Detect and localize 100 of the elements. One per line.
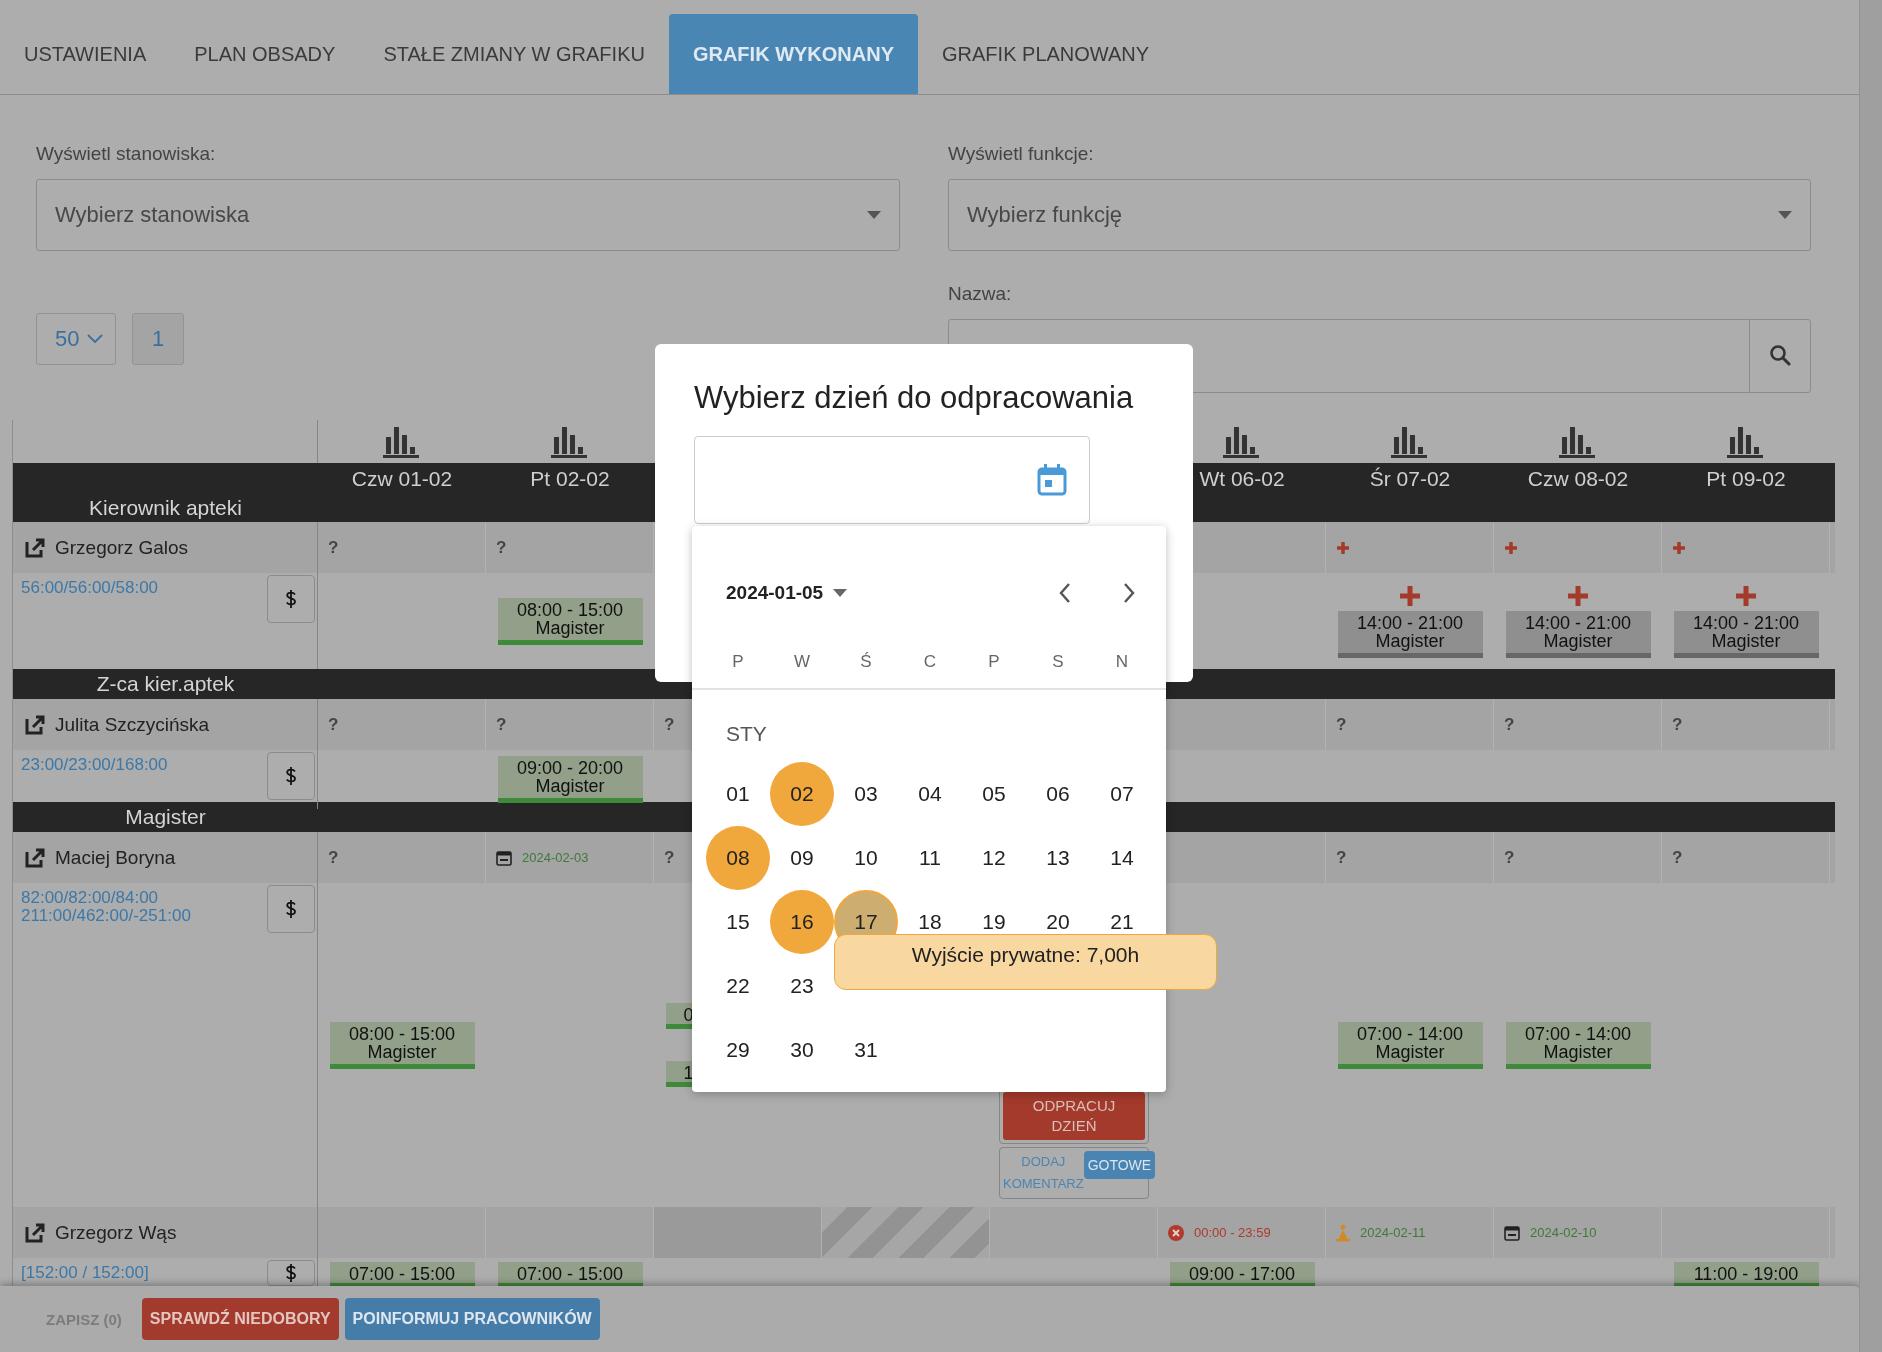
- shift-card[interactable]: 07:00 - 15:00: [329, 1262, 475, 1288]
- search-button[interactable]: [1749, 319, 1811, 393]
- calendar-icon: [496, 849, 512, 866]
- unknown-mark: ?: [1336, 714, 1347, 735]
- plus-icon[interactable]: [1504, 540, 1518, 555]
- date-text: 2024-02-10: [1530, 1225, 1597, 1240]
- weekday-label: W: [792, 652, 811, 672]
- calendar-icon: [1504, 1224, 1520, 1241]
- bar-chart-icon[interactable]: [1391, 427, 1429, 459]
- unknown-mark: ?: [1504, 714, 1515, 735]
- unknown-mark: ?: [664, 714, 675, 735]
- tab[interactable]: PLAN OBSADY: [170, 14, 360, 94]
- calendar-icon[interactable]: [1037, 464, 1067, 496]
- calendar-day[interactable]: 08: [706, 826, 770, 890]
- dollar-icon: [285, 1263, 297, 1283]
- shift-card[interactable]: 09:00 - 17:00: [1169, 1262, 1315, 1288]
- chevron-left-icon[interactable]: [1058, 582, 1072, 604]
- external-link-icon[interactable]: [25, 714, 45, 735]
- unknown-mark: ?: [1504, 847, 1515, 868]
- shift-card[interactable]: 07:00 - 14:00 Magister: [1337, 1021, 1483, 1069]
- date-field[interactable]: [694, 436, 1090, 524]
- plus-icon[interactable]: [1399, 584, 1421, 607]
- calendar-day[interactable]: 10: [834, 826, 898, 890]
- shift-card[interactable]: 07:00 - 15:00: [497, 1262, 643, 1288]
- chevron-right-icon[interactable]: [1122, 582, 1136, 604]
- external-link-icon[interactable]: [25, 537, 45, 558]
- dollar-icon: [285, 589, 297, 609]
- date-text: 2024-02-11: [1360, 1225, 1426, 1240]
- bar-chart-icon[interactable]: [1727, 427, 1765, 459]
- salary-button[interactable]: [267, 575, 315, 623]
- check-shortages-button[interactable]: SPRAWDŹ NIEDOBORY: [141, 1298, 339, 1340]
- bar-chart-icon[interactable]: [1559, 427, 1597, 459]
- unknown-mark: ?: [328, 537, 339, 558]
- external-link-icon[interactable]: [25, 1222, 45, 1243]
- shift-card[interactable]: 11:00 - 19:00: [1673, 1262, 1819, 1288]
- plus-icon[interactable]: [1567, 584, 1589, 607]
- calendar-day[interactable]: 16: [770, 890, 834, 954]
- unknown-mark: ?: [1672, 714, 1683, 735]
- calendar-day[interactable]: 31: [834, 1018, 898, 1082]
- calendar-day[interactable]: 03: [834, 762, 898, 826]
- salary-button[interactable]: [267, 752, 315, 800]
- calendar-day[interactable]: 14: [1090, 826, 1154, 890]
- unknown-mark: ?: [328, 714, 339, 735]
- plus-icon[interactable]: [1735, 584, 1757, 607]
- month-select[interactable]: 2024-01-05: [726, 582, 848, 604]
- shift-card[interactable]: 14:00 - 21:00 Magister: [1673, 610, 1819, 658]
- employee-name[interactable]: Julita Szczycińska: [55, 713, 210, 736]
- caret-icon: [1778, 211, 1792, 219]
- unknown-mark: ?: [328, 847, 339, 868]
- calendar-day[interactable]: 22: [706, 954, 770, 1018]
- employee-name[interactable]: Grzegorz Wąs: [55, 1221, 177, 1244]
- caret-icon: [833, 589, 848, 597]
- work-off-button[interactable]: ODPRACUJ DZIEŃ: [1003, 1092, 1145, 1140]
- unknown-mark: ?: [496, 537, 507, 558]
- weekday-label: P: [731, 652, 745, 672]
- day-header: Pt 09-02: [1706, 467, 1786, 492]
- salary-button[interactable]: [267, 885, 315, 933]
- shift-card[interactable]: 14:00 - 21:00 Magister: [1505, 610, 1651, 658]
- plus-icon[interactable]: [1672, 540, 1686, 555]
- field-label: Nazwa:: [948, 283, 1012, 305]
- weekday-label: N: [1114, 652, 1130, 672]
- shift-card[interactable]: 07:00 - 14:00 Magister: [1505, 1021, 1651, 1069]
- calendar-day[interactable]: 11: [898, 826, 962, 890]
- calendar-day[interactable]: 02: [770, 762, 834, 826]
- bar-chart-icon[interactable]: [551, 427, 589, 459]
- bar-chart-icon[interactable]: [383, 427, 421, 459]
- tab[interactable]: GRAFIK PLANOWANY: [918, 14, 1174, 94]
- salary-button[interactable]: [267, 1260, 315, 1286]
- dollar-icon: [285, 899, 297, 919]
- bar-chart-icon[interactable]: [1223, 427, 1261, 459]
- shift-card[interactable]: 14:00 - 21:00 Magister: [1337, 610, 1483, 658]
- external-link-icon[interactable]: [25, 847, 45, 868]
- functions-select[interactable]: Wybierz funkcję: [948, 179, 1811, 251]
- group-label: Z-ca kier.aptek: [96, 672, 235, 696]
- chevron-down-icon: [87, 334, 104, 344]
- scrollbar[interactable]: [1859, 0, 1882, 1352]
- calendar-day[interactable]: 09: [770, 826, 834, 890]
- calendar-day[interactable]: 13: [1026, 826, 1090, 890]
- calendar-day[interactable]: 29: [706, 1018, 770, 1082]
- calendar-day[interactable]: 04: [898, 762, 962, 826]
- employee-name[interactable]: Grzegorz Galos: [55, 536, 189, 559]
- tab[interactable]: USTAWIENIA: [0, 14, 171, 94]
- inform-employees-button[interactable]: POINFORMUJ PRACOWNIKÓW: [344, 1298, 600, 1340]
- calendar-day[interactable]: 05: [962, 762, 1026, 826]
- shift-card[interactable]: 09:00 - 20:00 Magister: [497, 756, 643, 803]
- calendar-day[interactable]: 01: [706, 762, 770, 826]
- tab[interactable]: STAŁE ZMIANY W GRAFIKU: [359, 14, 669, 94]
- calendar-day[interactable]: 12: [962, 826, 1026, 890]
- plus-icon[interactable]: [1336, 540, 1350, 555]
- positions-select[interactable]: Wybierz stanowiska: [36, 179, 900, 251]
- calendar-day[interactable]: 07: [1090, 762, 1154, 826]
- calendar-day[interactable]: 30: [770, 1018, 834, 1082]
- calendar-day[interactable]: 23: [770, 954, 834, 1018]
- shift-card[interactable]: 08:00 - 15:00 Magister: [497, 597, 643, 645]
- date-text: 2024-02-03: [522, 850, 589, 865]
- shift-card[interactable]: 08:00 - 15:00 Magister: [329, 1021, 475, 1069]
- employee-name[interactable]: Maciej Boryna: [55, 846, 176, 869]
- day-header: Czw 08-02: [1527, 467, 1629, 492]
- calendar-day[interactable]: 06: [1026, 762, 1090, 826]
- calendar-day[interactable]: 15: [706, 890, 770, 954]
